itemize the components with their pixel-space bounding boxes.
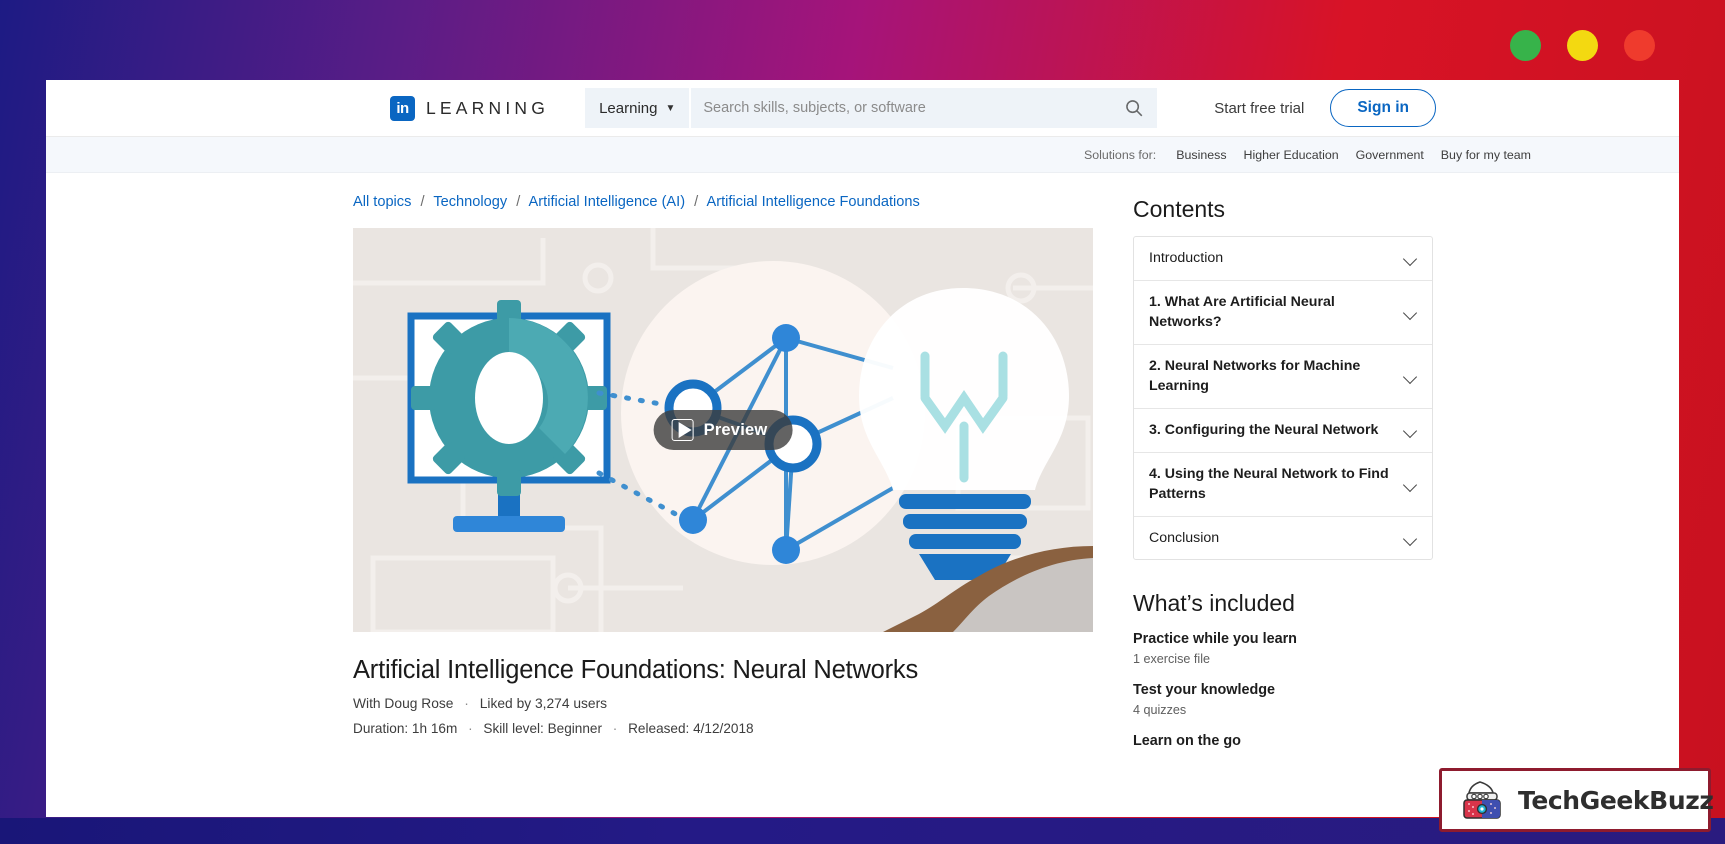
toc-item-label: 2. Neural Networks for Machine Learning — [1149, 357, 1361, 395]
main-column: All topics / Technology / Artificial Int… — [353, 194, 1093, 765]
breadcrumb-separator: / — [420, 194, 425, 210]
watermark-text: TechGeekBuzz — [1518, 785, 1714, 815]
course-likes: Liked by 3,274 users — [479, 696, 608, 711]
screenshot-frame: in LEARNING Learning ▼ Start free trial … — [0, 0, 1725, 844]
course-meta: Duration: 1h 16m · Skill level: Beginner… — [353, 721, 1093, 736]
breadcrumb-item-all-topics[interactable]: All topics — [353, 194, 411, 210]
toc-item-3[interactable]: 3. Configuring the Neural Network — [1134, 409, 1432, 453]
whats-included-heading: What’s included — [1133, 590, 1295, 617]
toc-item-2[interactable]: 2. Neural Networks for Machine Learning — [1134, 345, 1432, 409]
breadcrumb: All topics / Technology / Artificial Int… — [353, 194, 1093, 210]
window-dot-green[interactable] — [1510, 30, 1541, 61]
page-title: Artificial Intelligence Foundations: Neu… — [353, 656, 919, 684]
toc-item-label: 1. What Are Artificial Neural Networks? — [1149, 293, 1335, 331]
window-dot-red[interactable] — [1624, 30, 1655, 61]
toc-item-conclusion[interactable]: Conclusion — [1134, 517, 1432, 560]
byline-separator: · — [464, 696, 469, 711]
techgeekbuzz-watermark: TechGeekBuzz — [1439, 768, 1714, 832]
course-skill-level: Skill level: Beginner — [483, 721, 603, 736]
course-byline: With Doug Rose · Liked by 3,274 users — [353, 696, 1093, 711]
included-item-sub: 4 quizzes — [1133, 703, 1187, 718]
preview-button[interactable]: Preview — [653, 410, 793, 450]
included-item-label: Practice while you learn — [1133, 631, 1297, 648]
logo-wordmark: LEARNING — [426, 97, 550, 118]
sign-in-button[interactable]: Sign in — [1330, 89, 1436, 127]
toc-item-label: Conclusion — [1149, 529, 1220, 546]
preview-button-label: Preview — [703, 420, 768, 439]
breadcrumb-item-technology[interactable]: Technology — [433, 194, 507, 210]
subnav-link-business[interactable]: Business — [1176, 148, 1226, 162]
contents-list: Introduction 1. What Are Artificial Neur… — [1133, 236, 1433, 561]
learning-dropdown[interactable]: Learning ▼ — [585, 88, 690, 128]
learning-dropdown-label: Learning — [599, 99, 658, 117]
top-navigation-bar: in LEARNING Learning ▼ Start free trial … — [46, 80, 1679, 137]
search-bar[interactable] — [691, 88, 1158, 128]
chevron-down-icon[interactable] — [1405, 308, 1418, 316]
toc-item-1[interactable]: 1. What Are Artificial Neural Networks? — [1134, 281, 1432, 345]
toc-item-4[interactable]: 4. Using the Neural Network to Find Patt… — [1134, 453, 1432, 517]
course-author: With Doug Rose — [353, 696, 454, 711]
included-item-sub: 1 exercise file — [1133, 652, 1210, 667]
included-item-practice: Practice while you learn 1 exercise file — [1133, 631, 1433, 666]
play-icon — [671, 419, 694, 441]
window-controls — [1510, 30, 1655, 61]
linkedin-learning-logo[interactable]: in LEARNING — [390, 95, 550, 121]
meta-separator: · — [612, 721, 618, 736]
toc-item-introduction[interactable]: Introduction — [1134, 237, 1432, 281]
breadcrumb-item-ai-foundations[interactable]: Artificial Intelligence Foundations — [706, 194, 919, 210]
toc-item-label: 4. Using the Neural Network to Find Patt… — [1149, 465, 1389, 503]
chevron-down-icon[interactable] — [1405, 534, 1418, 542]
chevron-down-icon[interactable] — [1405, 480, 1418, 488]
included-item-label: Learn on the go — [1133, 733, 1241, 750]
solutions-for-label: Solutions for: — [1083, 147, 1157, 162]
breadcrumb-item-artificial-intelligence[interactable]: Artificial Intelligence (AI) — [529, 194, 686, 210]
start-free-trial-link[interactable]: Start free trial — [1214, 100, 1304, 117]
included-item-quizzes: Test your knowledge 4 quizzes — [1133, 682, 1433, 717]
chevron-down-icon[interactable] — [1405, 426, 1418, 434]
techgeekbuzz-robot-icon — [1463, 781, 1501, 819]
contents-heading: Contents — [1133, 196, 1226, 222]
breadcrumb-separator: / — [694, 194, 699, 210]
course-duration: Duration: 1h 16m — [353, 721, 458, 736]
chevron-down-icon: ▼ — [665, 102, 676, 114]
chevron-down-icon[interactable] — [1405, 254, 1418, 262]
included-item-label: Test your knowledge — [1133, 682, 1276, 699]
toc-item-label: 3. Configuring the Neural Network — [1149, 421, 1379, 438]
course-released: Released: 4/12/2018 — [628, 721, 754, 736]
subnav-link-government[interactable]: Government — [1356, 148, 1424, 162]
meta-separator: · — [468, 721, 473, 736]
page-viewport: in LEARNING Learning ▼ Start free trial … — [46, 80, 1679, 817]
search-icon[interactable] — [1123, 97, 1145, 119]
linkedin-icon: in — [390, 95, 415, 121]
window-dot-yellow[interactable] — [1567, 30, 1598, 61]
course-hero-image[interactable]: Preview — [353, 228, 1093, 632]
side-column: Contents Introduction 1. What Are Artifi… — [1133, 194, 1433, 765]
toc-item-label: Introduction — [1149, 250, 1224, 266]
search-input[interactable] — [703, 100, 1124, 116]
subnav-link-higher-education[interactable]: Higher Education — [1244, 148, 1339, 162]
solutions-subnav: Solutions for: Business Higher Education… — [46, 137, 1679, 173]
page-content: All topics / Technology / Artificial Int… — [46, 173, 1679, 765]
subnav-link-buy-for-my-team[interactable]: Buy for my team — [1441, 148, 1531, 162]
breadcrumb-separator: / — [516, 194, 521, 210]
chevron-down-icon[interactable] — [1405, 372, 1418, 380]
top-nav-actions: Start free trial Sign in — [1214, 89, 1679, 127]
included-item-learn-on-the-go: Learn on the go — [1133, 733, 1433, 749]
